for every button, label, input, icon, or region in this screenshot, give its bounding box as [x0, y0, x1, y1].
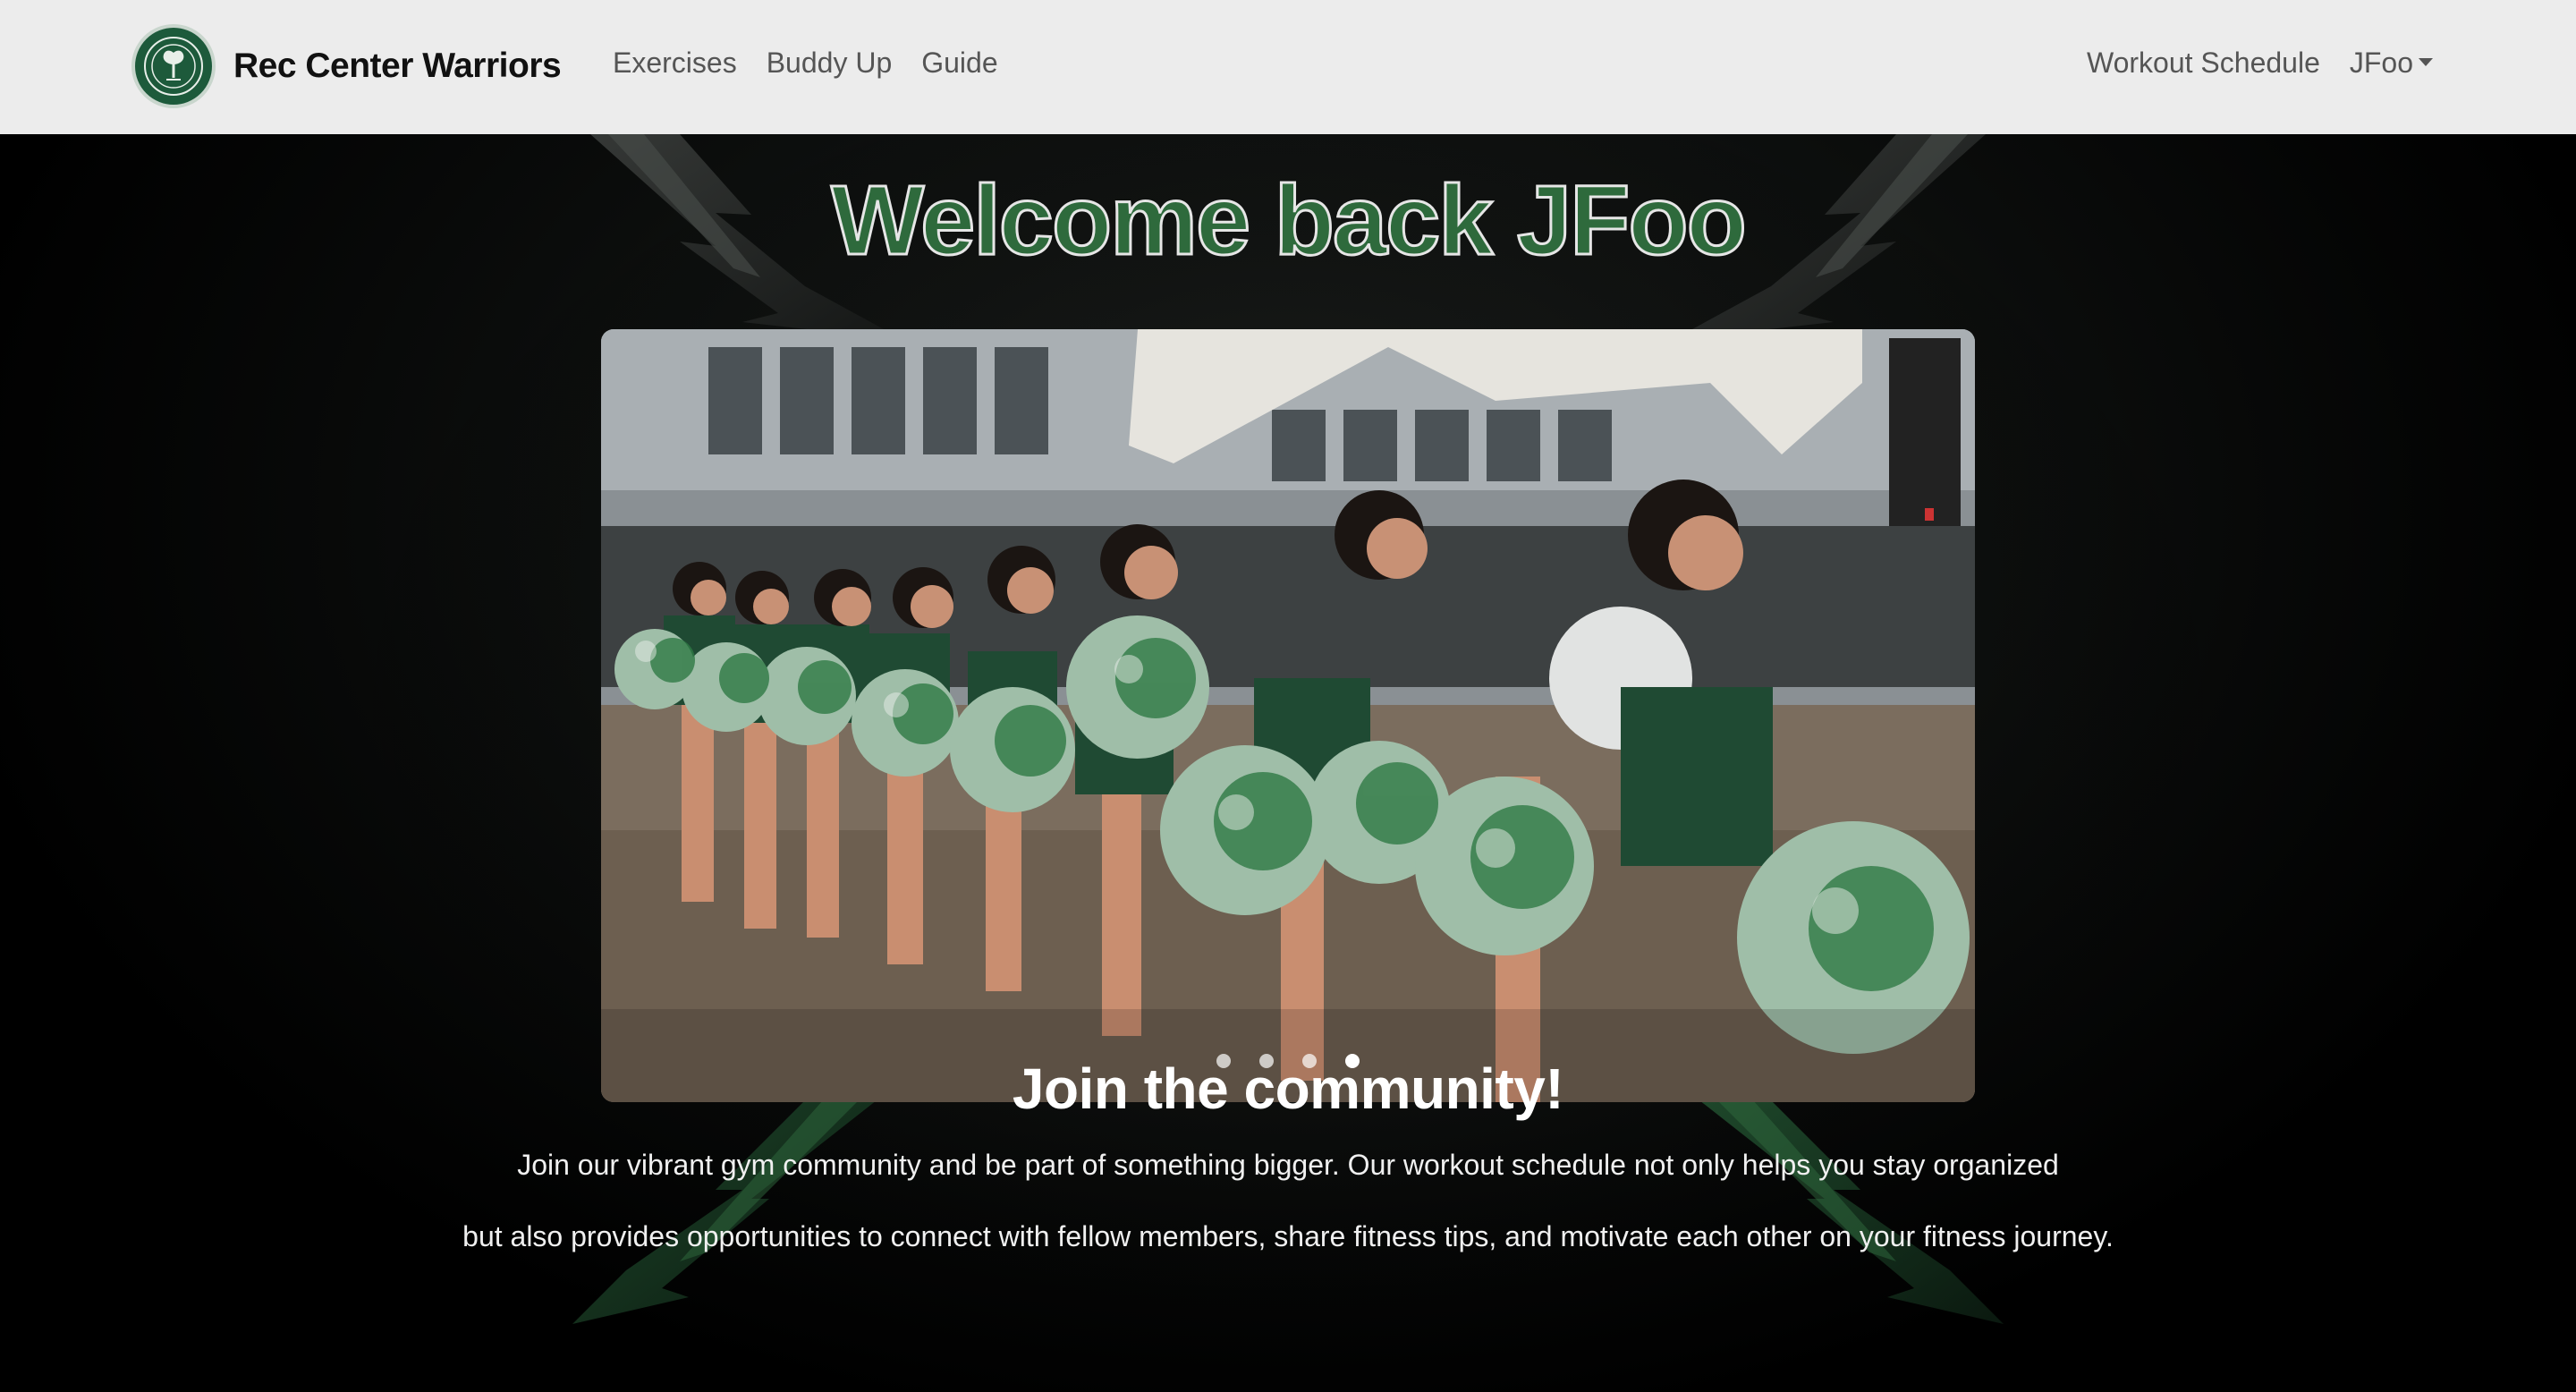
community-paragraph-line-1: Join our vibrant gym community and be pa…: [517, 1149, 2059, 1181]
top-navbar: Rec Center Warriors Exercises Buddy Up G…: [0, 0, 2576, 134]
nav-link-buddy-up[interactable]: Buddy Up: [767, 47, 893, 80]
brand-name: Rec Center Warriors: [233, 47, 562, 85]
primary-nav: Exercises Buddy Up Guide: [613, 47, 1028, 80]
tree-seal-logo-icon: [131, 24, 216, 108]
community-heading: Join the community!: [1012, 1057, 1564, 1121]
cheerleaders-photo-icon: [601, 329, 1975, 1102]
nav-link-workout-schedule[interactable]: Workout Schedule: [2087, 47, 2320, 80]
community-paragraph-line-2: but also provides opportunities to conne…: [462, 1220, 2114, 1252]
hero-section: Welcome back JFoo: [0, 134, 2576, 1392]
image-carousel[interactable]: [601, 329, 1975, 1102]
nav-link-guide[interactable]: Guide: [921, 47, 997, 80]
nav-link-exercises[interactable]: Exercises: [613, 47, 737, 80]
brand-link[interactable]: Rec Center Warriors: [131, 24, 562, 108]
secondary-nav: Workout Schedule JFoo: [2087, 47, 2433, 80]
welcome-heading: Welcome back JFoo: [830, 166, 1749, 276]
user-menu-dropdown[interactable]: JFoo: [2350, 47, 2433, 80]
user-menu-label: JFoo: [2349, 47, 2413, 79]
caret-down-icon: [2419, 58, 2433, 67]
